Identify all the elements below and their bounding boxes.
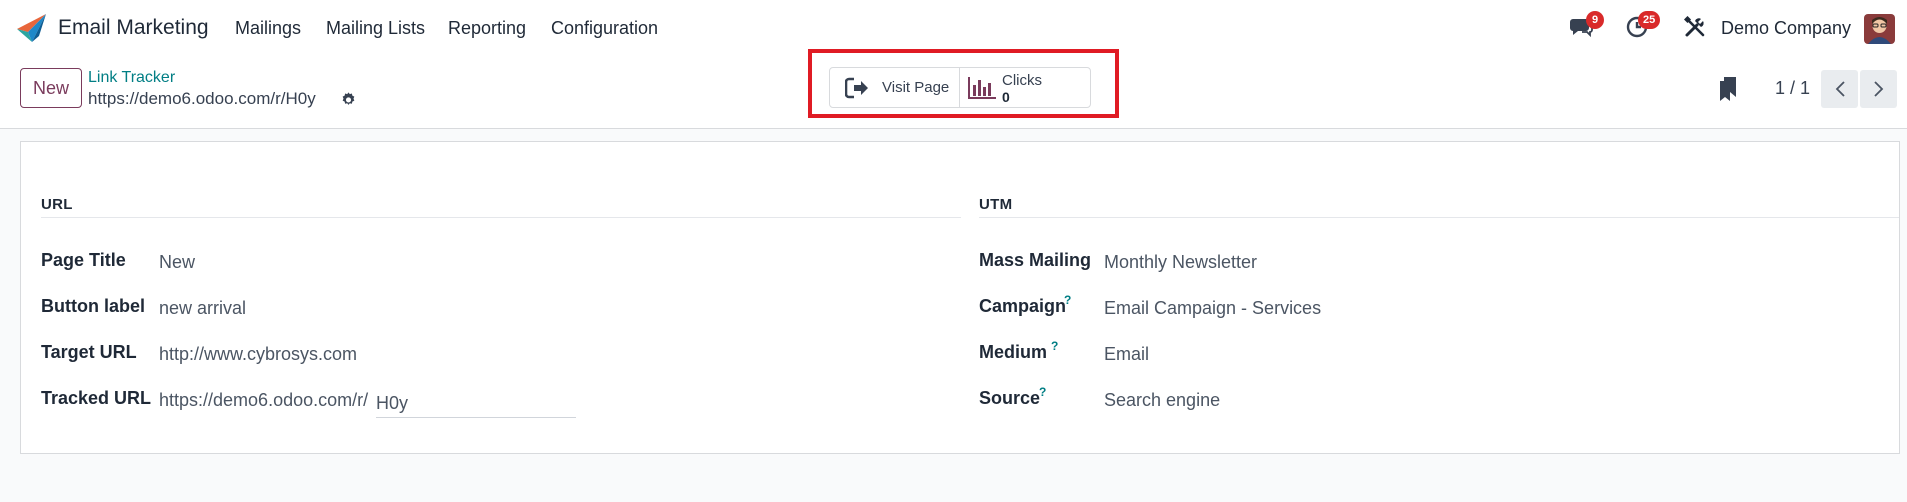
url-section-title: URL [41,196,73,213]
clicks-label: Clicks [1002,72,1042,89]
campaign-value[interactable]: Email Campaign - Services [1104,298,1321,319]
user-avatar-icon [1864,14,1895,44]
debug-tools-button[interactable] [1683,15,1706,43]
user-avatar[interactable] [1864,14,1895,44]
medium-value[interactable]: Email [1104,344,1149,365]
visit-page-label: Visit Page [882,79,950,96]
source-help-icon[interactable]: ? [1039,385,1046,399]
mass-mailing-label: Mass Mailing [979,250,1092,270]
company-switcher[interactable]: Demo Company [1721,18,1851,39]
smart-buttons: Visit Page Clicks 0 [829,67,1091,108]
clicks-button[interactable]: Clicks 0 [960,68,1090,107]
pager-previous-button[interactable] [1821,70,1858,108]
tracked-url-prefix: https://demo6.odoo.com/r/ [159,390,369,410]
chevron-right-icon [1873,81,1883,97]
medium-label: Medium [979,342,1048,362]
campaign-help-icon[interactable]: ? [1064,293,1071,307]
page-title-value[interactable]: New [159,252,195,273]
source-value[interactable]: Search engine [1104,390,1220,411]
messages-badge: 9 [1586,11,1604,29]
utm-section-divider [979,217,1899,218]
button-label-value[interactable]: new arrival [159,298,246,319]
menu-configuration[interactable]: Configuration [551,18,658,39]
sign-out-icon [845,77,868,99]
menu-mailing-lists[interactable]: Mailing Lists [326,18,425,39]
campaign-label: Campaign [979,296,1067,316]
pager-next-button[interactable] [1860,70,1897,108]
url-section-divider [41,217,961,218]
gear-icon[interactable] [340,91,357,108]
activities-button[interactable]: 25 [1625,11,1661,43]
pager-value[interactable]: 1 / 1 [1775,78,1810,99]
form-sheet: URL UTM Page Title New Button label new … [20,141,1900,454]
tools-icon [1683,15,1705,37]
page-title-label: Page Title [41,250,126,270]
clicks-value: 0 [1002,89,1010,105]
email-marketing-logo-icon[interactable] [17,14,47,42]
visit-page-button[interactable]: Visit Page [830,68,960,107]
tracked-url-code-input[interactable] [376,386,576,418]
medium-help-icon[interactable]: ? [1051,339,1058,353]
messages-button[interactable]: 9 [1570,11,1604,43]
bar-chart-icon [968,77,996,99]
app-name[interactable]: Email Marketing [58,16,209,40]
activities-badge: 25 [1638,11,1661,29]
source-label: Source [979,388,1041,408]
breadcrumb-link-tracker[interactable]: Link Tracker [88,69,175,87]
chevron-left-icon [1835,81,1845,97]
record-name: https://demo6.odoo.com/r/H0y [88,89,316,108]
utm-section-title: UTM [979,196,1013,213]
target-url-label: Target URL [41,342,137,362]
tracked-url-label: Tracked URL [41,388,152,408]
bookmark-icon[interactable] [1720,77,1736,101]
target-url-value[interactable]: http://www.cybrosys.com [159,344,357,365]
mass-mailing-value[interactable]: Monthly Newsletter [1104,252,1257,273]
menu-reporting[interactable]: Reporting [448,18,526,39]
new-button[interactable]: New [20,68,82,108]
button-label-label: Button label [41,296,145,316]
menu-mailings[interactable]: Mailings [235,18,301,39]
